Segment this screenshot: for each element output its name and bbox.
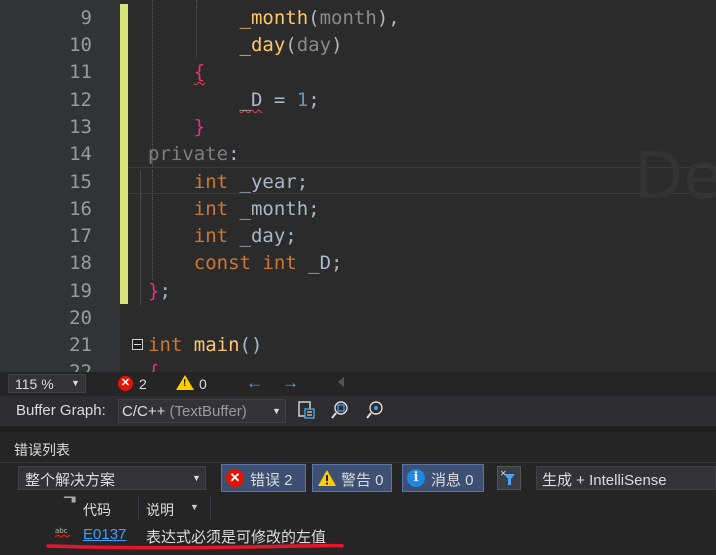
scope-guide (140, 170, 141, 305)
line-number: 19 (69, 280, 92, 302)
warning-count[interactable]: 0 (199, 375, 207, 393)
zoom-value: 115 % (15, 376, 54, 392)
arrow-left-icon[interactable]: ← (246, 373, 263, 393)
code-line[interactable]: }; (148, 278, 171, 305)
errors-filter-button[interactable]: ✕ 错误 2 (221, 464, 306, 492)
divider (0, 462, 716, 463)
chevron-down-icon[interactable]: ▼ (190, 502, 199, 512)
column-header-description[interactable]: 说明 (146, 500, 174, 520)
code-line[interactable]: _month(month), (148, 5, 400, 32)
arrow-right-icon[interactable]: → (282, 373, 299, 393)
scope-value: 整个解决方案 (25, 472, 116, 489)
line-number: 12 (69, 89, 92, 111)
chevron-down-icon: ▼ (272, 406, 281, 416)
spelling-error-icon: abc (54, 527, 71, 538)
column-divider[interactable] (138, 496, 139, 520)
zoom-graph-icon[interactable] (330, 400, 350, 420)
document-graph-icon[interactable] (296, 400, 316, 420)
svg-text:✕: ✕ (500, 469, 507, 478)
warning-icon[interactable]: ! (176, 375, 194, 390)
line-number: 14 (69, 143, 92, 165)
code-line[interactable]: { (148, 59, 205, 86)
svg-text:abc: abc (55, 527, 68, 535)
line-number: 15 (69, 171, 92, 193)
line-number: 18 (69, 252, 92, 274)
chevron-down-icon: ▼ (192, 473, 201, 483)
code-editor[interactable]: De 9 10 11 12 13 14 15 16 17 18 19 20 21… (0, 0, 716, 372)
scope-dropdown[interactable]: 整个解决方案 ▼ (18, 466, 206, 490)
buffer-graph-label: Buffer Graph: (16, 402, 106, 419)
warnings-filter-button[interactable]: 警告 0 (312, 464, 392, 492)
line-number: 20 (69, 307, 92, 329)
buffer-graph-toolbar: Buffer Graph: C/C++ (TextBuffer) ▼ (0, 396, 716, 426)
errors-filter-label: 错误 2 (250, 472, 293, 489)
code-line[interactable]: const int _D; (148, 250, 343, 277)
line-number: 21 (69, 334, 92, 356)
line-number: 10 (69, 34, 92, 56)
collapse-toggle-icon[interactable] (132, 339, 143, 350)
buffer-type-detail: (TextBuffer) (169, 403, 247, 420)
error-count[interactable]: 2 (139, 375, 147, 393)
line-number: 22 (69, 361, 92, 372)
line-number: 9 (80, 7, 92, 29)
code-line[interactable]: int _day; (148, 223, 297, 250)
line-number: 13 (69, 116, 92, 138)
code-line[interactable]: private: (148, 141, 240, 168)
chevron-down-icon: ▼ (71, 378, 80, 388)
filter-icon[interactable]: ✕ (497, 466, 521, 490)
build-source-dropdown[interactable]: 生成 + IntelliSense (536, 466, 716, 490)
messages-filter-label: 消息 0 (431, 472, 474, 489)
code-line[interactable]: int main() (148, 332, 262, 359)
buffer-type: C/C++ (122, 403, 166, 420)
change-tracking-bar (120, 4, 128, 304)
code-line[interactable]: _D = 1; (148, 87, 320, 114)
code-line[interactable]: { (148, 359, 159, 372)
error-icon: ✕ (226, 469, 244, 487)
warning-icon (318, 470, 336, 486)
column-divider[interactable] (210, 496, 211, 520)
buffer-graph-dropdown[interactable]: C/C++ (TextBuffer) ▼ (118, 399, 286, 423)
code-line[interactable]: } (148, 114, 205, 141)
line-number: 17 (69, 225, 92, 247)
scroll-left-icon[interactable] (338, 377, 344, 387)
annotation-underline (46, 543, 344, 550)
line-number: 11 (69, 61, 92, 83)
line-number: 16 (69, 198, 92, 220)
warnings-filter-label: 警告 0 (341, 472, 384, 489)
error-list-panel: 错误列表 整个解决方案 ▼ ✕ 错误 2 警告 0 i 消息 0 ✕ 生成 + … (0, 432, 716, 555)
error-list-header: ▔▘ 代码 说明 ▼ (0, 496, 716, 520)
zoom-dropdown[interactable]: 115 % ▼ (8, 374, 86, 393)
editor-status-bar: 115 % ▼ ✕ 2 ! 0 ← → (0, 372, 716, 396)
code-line[interactable]: int _year; (148, 169, 308, 196)
panel-title: 错误列表 (14, 442, 70, 458)
messages-filter-button[interactable]: i 消息 0 (402, 464, 484, 492)
error-icon[interactable]: ✕ (118, 376, 133, 391)
build-source-value: 生成 + IntelliSense (542, 472, 667, 489)
code-line[interactable]: _day(day) (148, 32, 343, 59)
editor-watermark: De (634, 140, 716, 214)
zoom-fit-icon[interactable] (365, 400, 385, 420)
column-header-code[interactable]: 代码 (83, 500, 111, 520)
code-line[interactable]: int _month; (148, 196, 320, 223)
info-icon: i (407, 469, 425, 487)
sort-icon[interactable]: ▔▘ (64, 498, 79, 509)
